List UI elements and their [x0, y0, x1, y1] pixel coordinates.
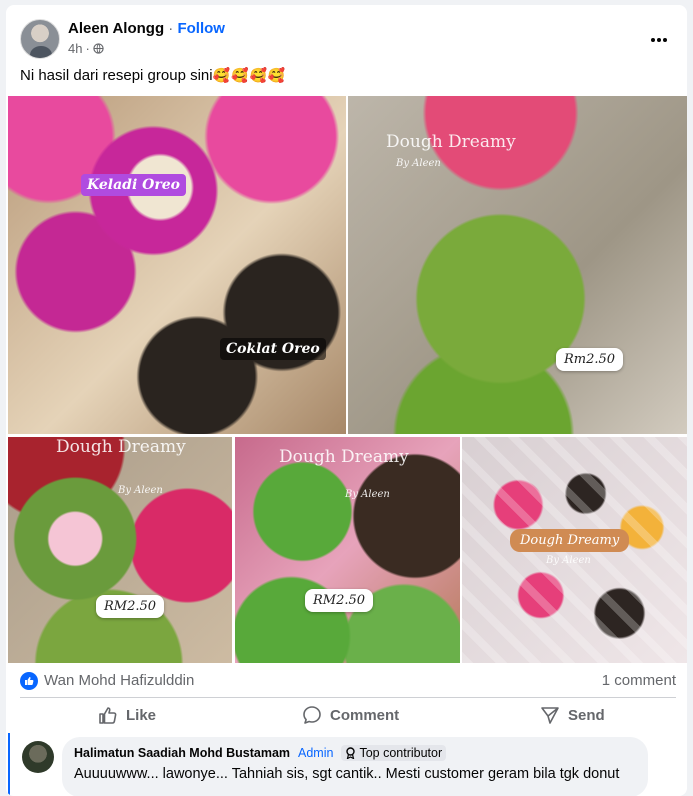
photo-red-velvet-donuts[interactable]: Dough Dreamy By Aleen RM2.50: [8, 437, 232, 663]
comment-header: Halimatun Saadiah Mohd Bustamam Admin To…: [74, 745, 636, 761]
separator-dot: ·: [168, 20, 174, 37]
post-header: Aleen Alongg · Follow 4h ·: [20, 19, 680, 59]
commenter-avatar[interactable]: [22, 741, 54, 773]
comment-icon: [303, 706, 321, 724]
price-tag: RM2.50: [305, 589, 374, 612]
photo-watermark: Dough Dreamy: [56, 437, 186, 457]
photo-watermark-badge: Dough Dreamy: [510, 529, 630, 552]
author-line: Aleen Alongg · Follow: [68, 20, 225, 37]
emoji-reactions: 🥰🥰🥰🥰: [212, 67, 287, 83]
author-name[interactable]: Aleen Alongg: [68, 20, 164, 37]
photo-sub-watermark: By Aleen: [396, 158, 441, 169]
post-card: Aleen Alongg · Follow 4h · Ni hasil dari…: [6, 5, 687, 796]
commenter-name[interactable]: Halimatun Saadiah Mohd Bustamam: [74, 746, 290, 760]
photo-donut-box[interactable]: Dough Dreamy By Aleen: [462, 437, 687, 663]
photo-label-keladi-oreo: Keladi Oreo: [81, 174, 186, 196]
more-options-button[interactable]: [646, 27, 672, 53]
post-caption: Ni hasil dari resepi group sini: [20, 67, 213, 84]
comment-item: Halimatun Saadiah Mohd Bustamam Admin To…: [8, 733, 687, 796]
like-icon[interactable]: [20, 672, 38, 690]
meta-separator: ·: [85, 41, 90, 56]
follow-button[interactable]: Follow: [177, 20, 225, 37]
post-text: Ni hasil dari resepi group sini🥰🥰🥰🥰: [20, 67, 286, 84]
photo-sub-watermark: By Aleen: [118, 485, 163, 496]
comment-text: Auuuuwww... lawonye... Tahniah sis, sgt …: [74, 766, 620, 782]
comment-button[interactable]: Comment: [302, 700, 399, 730]
author-avatar[interactable]: [20, 19, 60, 59]
photo-sub-watermark: By Aleen: [546, 555, 591, 566]
action-bar: Like Comment Send: [20, 697, 676, 729]
photo-watermark: Dough Dreamy: [386, 132, 516, 152]
send-label: Send: [568, 706, 605, 724]
post-time[interactable]: 4h: [68, 41, 82, 56]
top-contributor-badge[interactable]: Top contributor: [341, 745, 447, 761]
reactions-bar: Wan Mohd Hafizulddin 1 comment: [20, 671, 676, 691]
reactor-name[interactable]: Wan Mohd Hafizulddin: [44, 672, 194, 689]
photo-pretzel-donut[interactable]: Dough Dreamy By Aleen Rm2.50: [348, 96, 687, 434]
photo-watermark: Dough Dreamy: [279, 447, 409, 467]
comment-count[interactable]: 1 comment: [602, 672, 676, 689]
send-button[interactable]: Send: [540, 700, 605, 730]
send-icon: [541, 707, 559, 724]
award-icon: [346, 747, 356, 759]
price-tag: RM2.50: [96, 595, 165, 618]
top-contributor-label: Top contributor: [359, 746, 443, 760]
comment-label: Comment: [330, 706, 400, 724]
photo-pandan-oreo-donuts[interactable]: Dough Dreamy By Aleen RM2.50: [235, 437, 460, 663]
photo-label-coklat-oreo: Coklat Oreo: [220, 338, 326, 360]
globe-icon[interactable]: [93, 43, 104, 54]
admin-label: Admin: [298, 746, 334, 760]
comment-bubble: Halimatun Saadiah Mohd Bustamam Admin To…: [62, 737, 648, 796]
thumbs-up-icon: [99, 707, 117, 724]
price-tag: Rm2.50: [556, 348, 624, 371]
post-meta: 4h ·: [68, 41, 104, 56]
more-dots-icon: [651, 38, 667, 42]
photo-keladi-coklat-oreo[interactable]: Keladi Oreo Coklat Oreo: [8, 96, 346, 434]
like-button[interactable]: Like: [98, 700, 156, 730]
photo-sub-watermark: By Aleen: [345, 489, 390, 500]
like-label: Like: [126, 706, 157, 724]
